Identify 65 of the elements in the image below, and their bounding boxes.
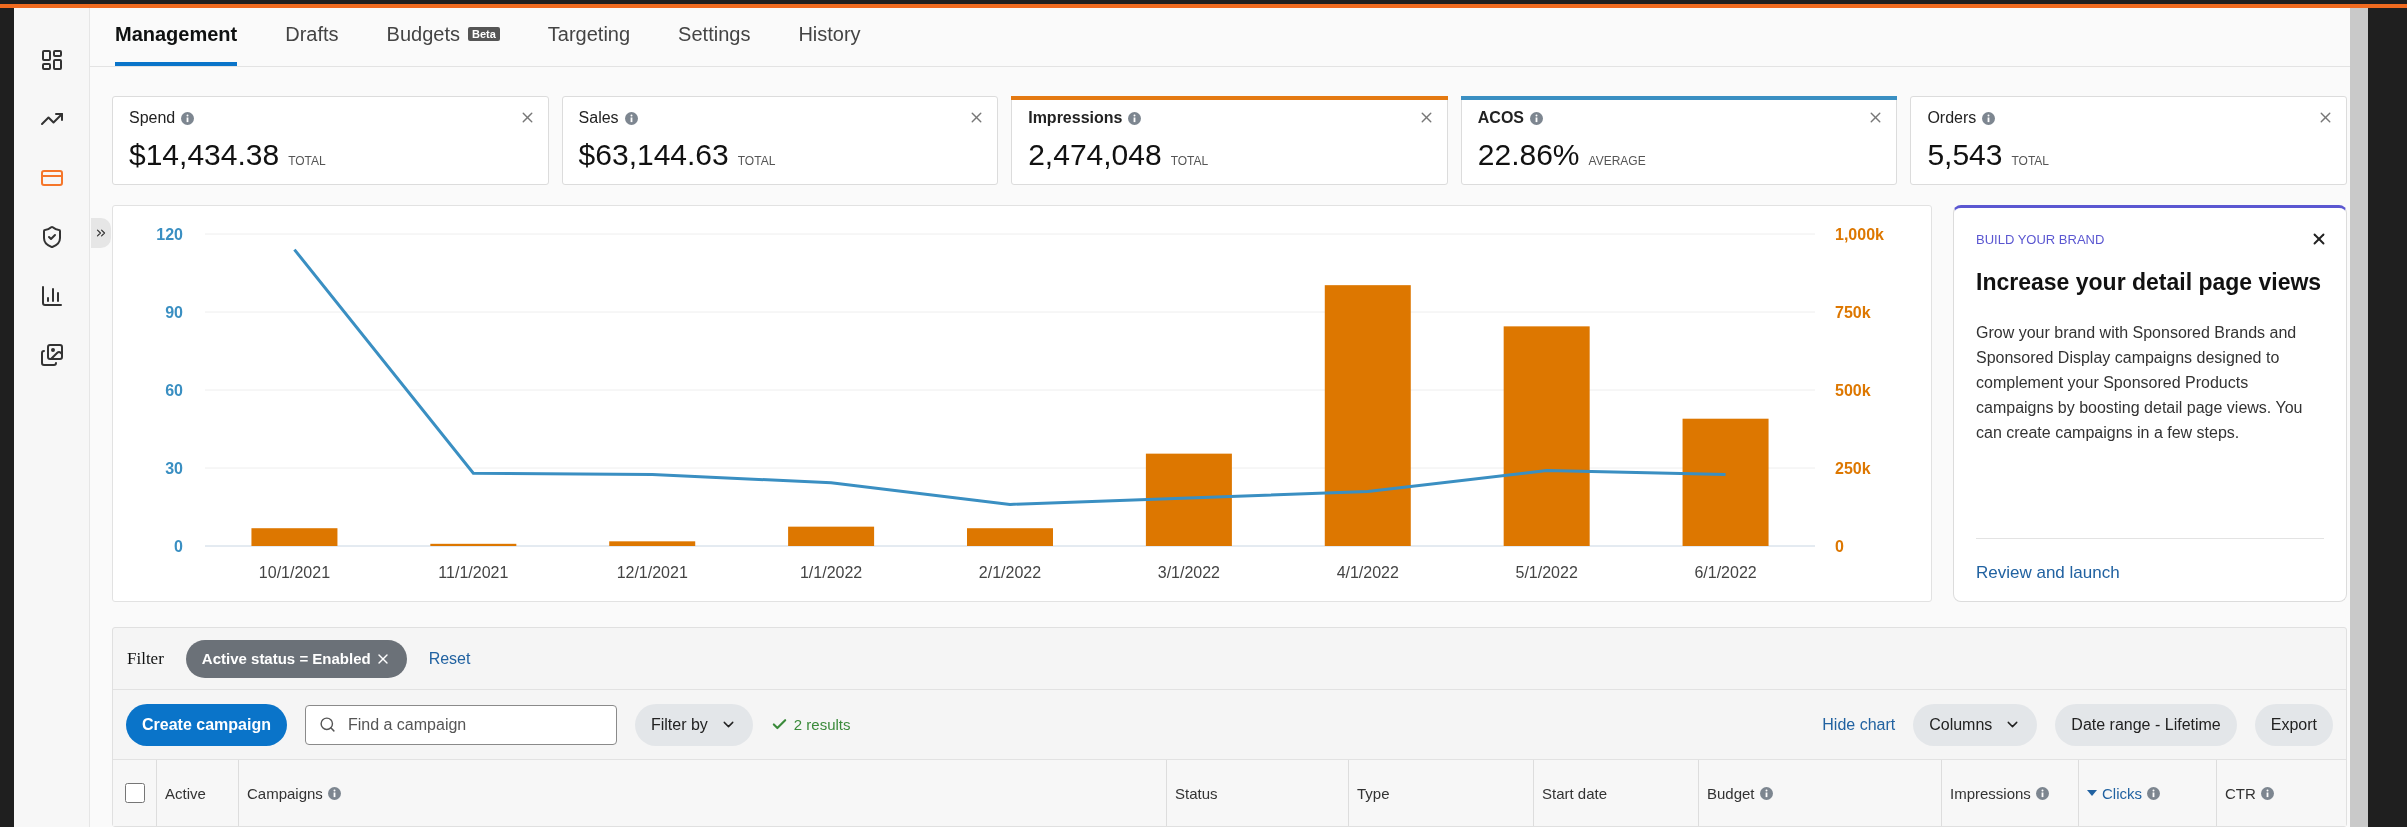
metric-label: Spend: [129, 109, 176, 127]
metric-label: Sales: [578, 109, 619, 127]
axis-label: 0: [1835, 538, 1844, 555]
axis-label: 11/1/2021: [438, 564, 509, 581]
metric-unit: AVERAGE: [1588, 154, 1646, 168]
metric-label: Orders: [1927, 109, 1977, 127]
column-header[interactable]: Type: [1357, 784, 1390, 802]
column-header[interactable]: Budget: [1707, 784, 1755, 802]
beta-badge: Beta: [468, 27, 500, 41]
axis-label: 0: [174, 538, 183, 555]
axis-label: 60: [165, 382, 183, 399]
metric-unit: TOTAL: [1170, 154, 1209, 168]
column-header[interactable]: Campaigns: [247, 784, 323, 802]
columns-button[interactable]: Columns: [1913, 703, 2038, 746]
export-button[interactable]: Export: [2254, 703, 2333, 746]
axis-label: 500k: [1835, 382, 1871, 399]
promo-text: Grow your brand with Sponsored Brands and Sponsored Display campaigns designed to complement your Sponsored Products campaigns by boosting detail page views. You can create campaigns in a few steps.: [1976, 323, 2304, 443]
tab[interactable]: Budgets Beta: [386, 8, 500, 66]
metric-unit: TOTAL: [2011, 154, 2050, 168]
metric-label: ACOS: [1477, 109, 1525, 127]
column-header[interactable]: Status: [1175, 784, 1218, 802]
metric-value: 22.86%: [1477, 138, 1580, 172]
reset-link[interactable]: Reset: [428, 649, 471, 668]
results-count: 2 results: [793, 716, 851, 733]
column-header[interactable]: CTR: [2225, 784, 2256, 802]
axis-label: 6/1/2022: [1694, 564, 1757, 581]
axis-label: 3/1/2022: [1157, 564, 1221, 581]
filter-label: Filter: [127, 648, 164, 669]
tab[interactable]: Targeting: [547, 8, 631, 66]
metric-value: $14,434.38: [129, 138, 280, 172]
tab[interactable]: Drafts: [285, 8, 339, 66]
column-header[interactable]: Active: [165, 784, 206, 802]
create-campaign-button[interactable]: Create campaign: [126, 703, 287, 746]
column-header[interactable]: Impressions: [1950, 784, 2031, 802]
axis-label: 120: [156, 226, 183, 243]
axis-label: 1/1/2022: [799, 564, 863, 581]
axis-label: 750k: [1835, 304, 1871, 321]
axis-label: 90: [165, 304, 183, 321]
metric-unit: TOTAL: [737, 154, 776, 168]
date-range-button[interactable]: Date range - Lifetime: [2055, 703, 2237, 746]
review-link[interactable]: Review and launch: [1976, 538, 2324, 583]
axis-label: 1,000k: [1835, 226, 1884, 243]
axis-label: 250k: [1835, 460, 1871, 477]
axis-label: 30: [165, 460, 183, 477]
search-field[interactable]: Find a campaign: [304, 704, 617, 745]
column-header[interactable]: Start date: [1542, 784, 1608, 802]
axis-label: 4/1/2022: [1336, 564, 1399, 581]
metric-unit: TOTAL: [288, 154, 326, 168]
metric-value: $63,144.63: [578, 138, 729, 172]
axis-label: 10/1/2021: [258, 564, 331, 581]
metric-label: Impressions: [1028, 109, 1123, 127]
filter-chip[interactable]: Active status = Enabled: [185, 639, 407, 678]
filter-by-button[interactable]: Filter by: [634, 703, 753, 746]
tab[interactable]: History: [798, 8, 861, 66]
hide-chart-link[interactable]: Hide chart: [1822, 715, 1896, 734]
promo-title: Increase your detail page views: [1976, 269, 2323, 296]
axis-label: 5/1/2022: [1515, 564, 1578, 581]
tab[interactable]: Management: [115, 8, 238, 66]
promo-eyebrow: BUILD YOUR BRAND: [1976, 232, 2105, 247]
axis-label: 2/1/2022: [978, 564, 1042, 581]
tab[interactable]: Settings: [678, 8, 751, 66]
metric-value: 2,474,048: [1028, 138, 1162, 172]
metric-value: 5,543: [1927, 138, 2003, 172]
axis-label: 12/1/2021: [616, 564, 688, 581]
column-header[interactable]: Clicks: [2102, 784, 2142, 802]
